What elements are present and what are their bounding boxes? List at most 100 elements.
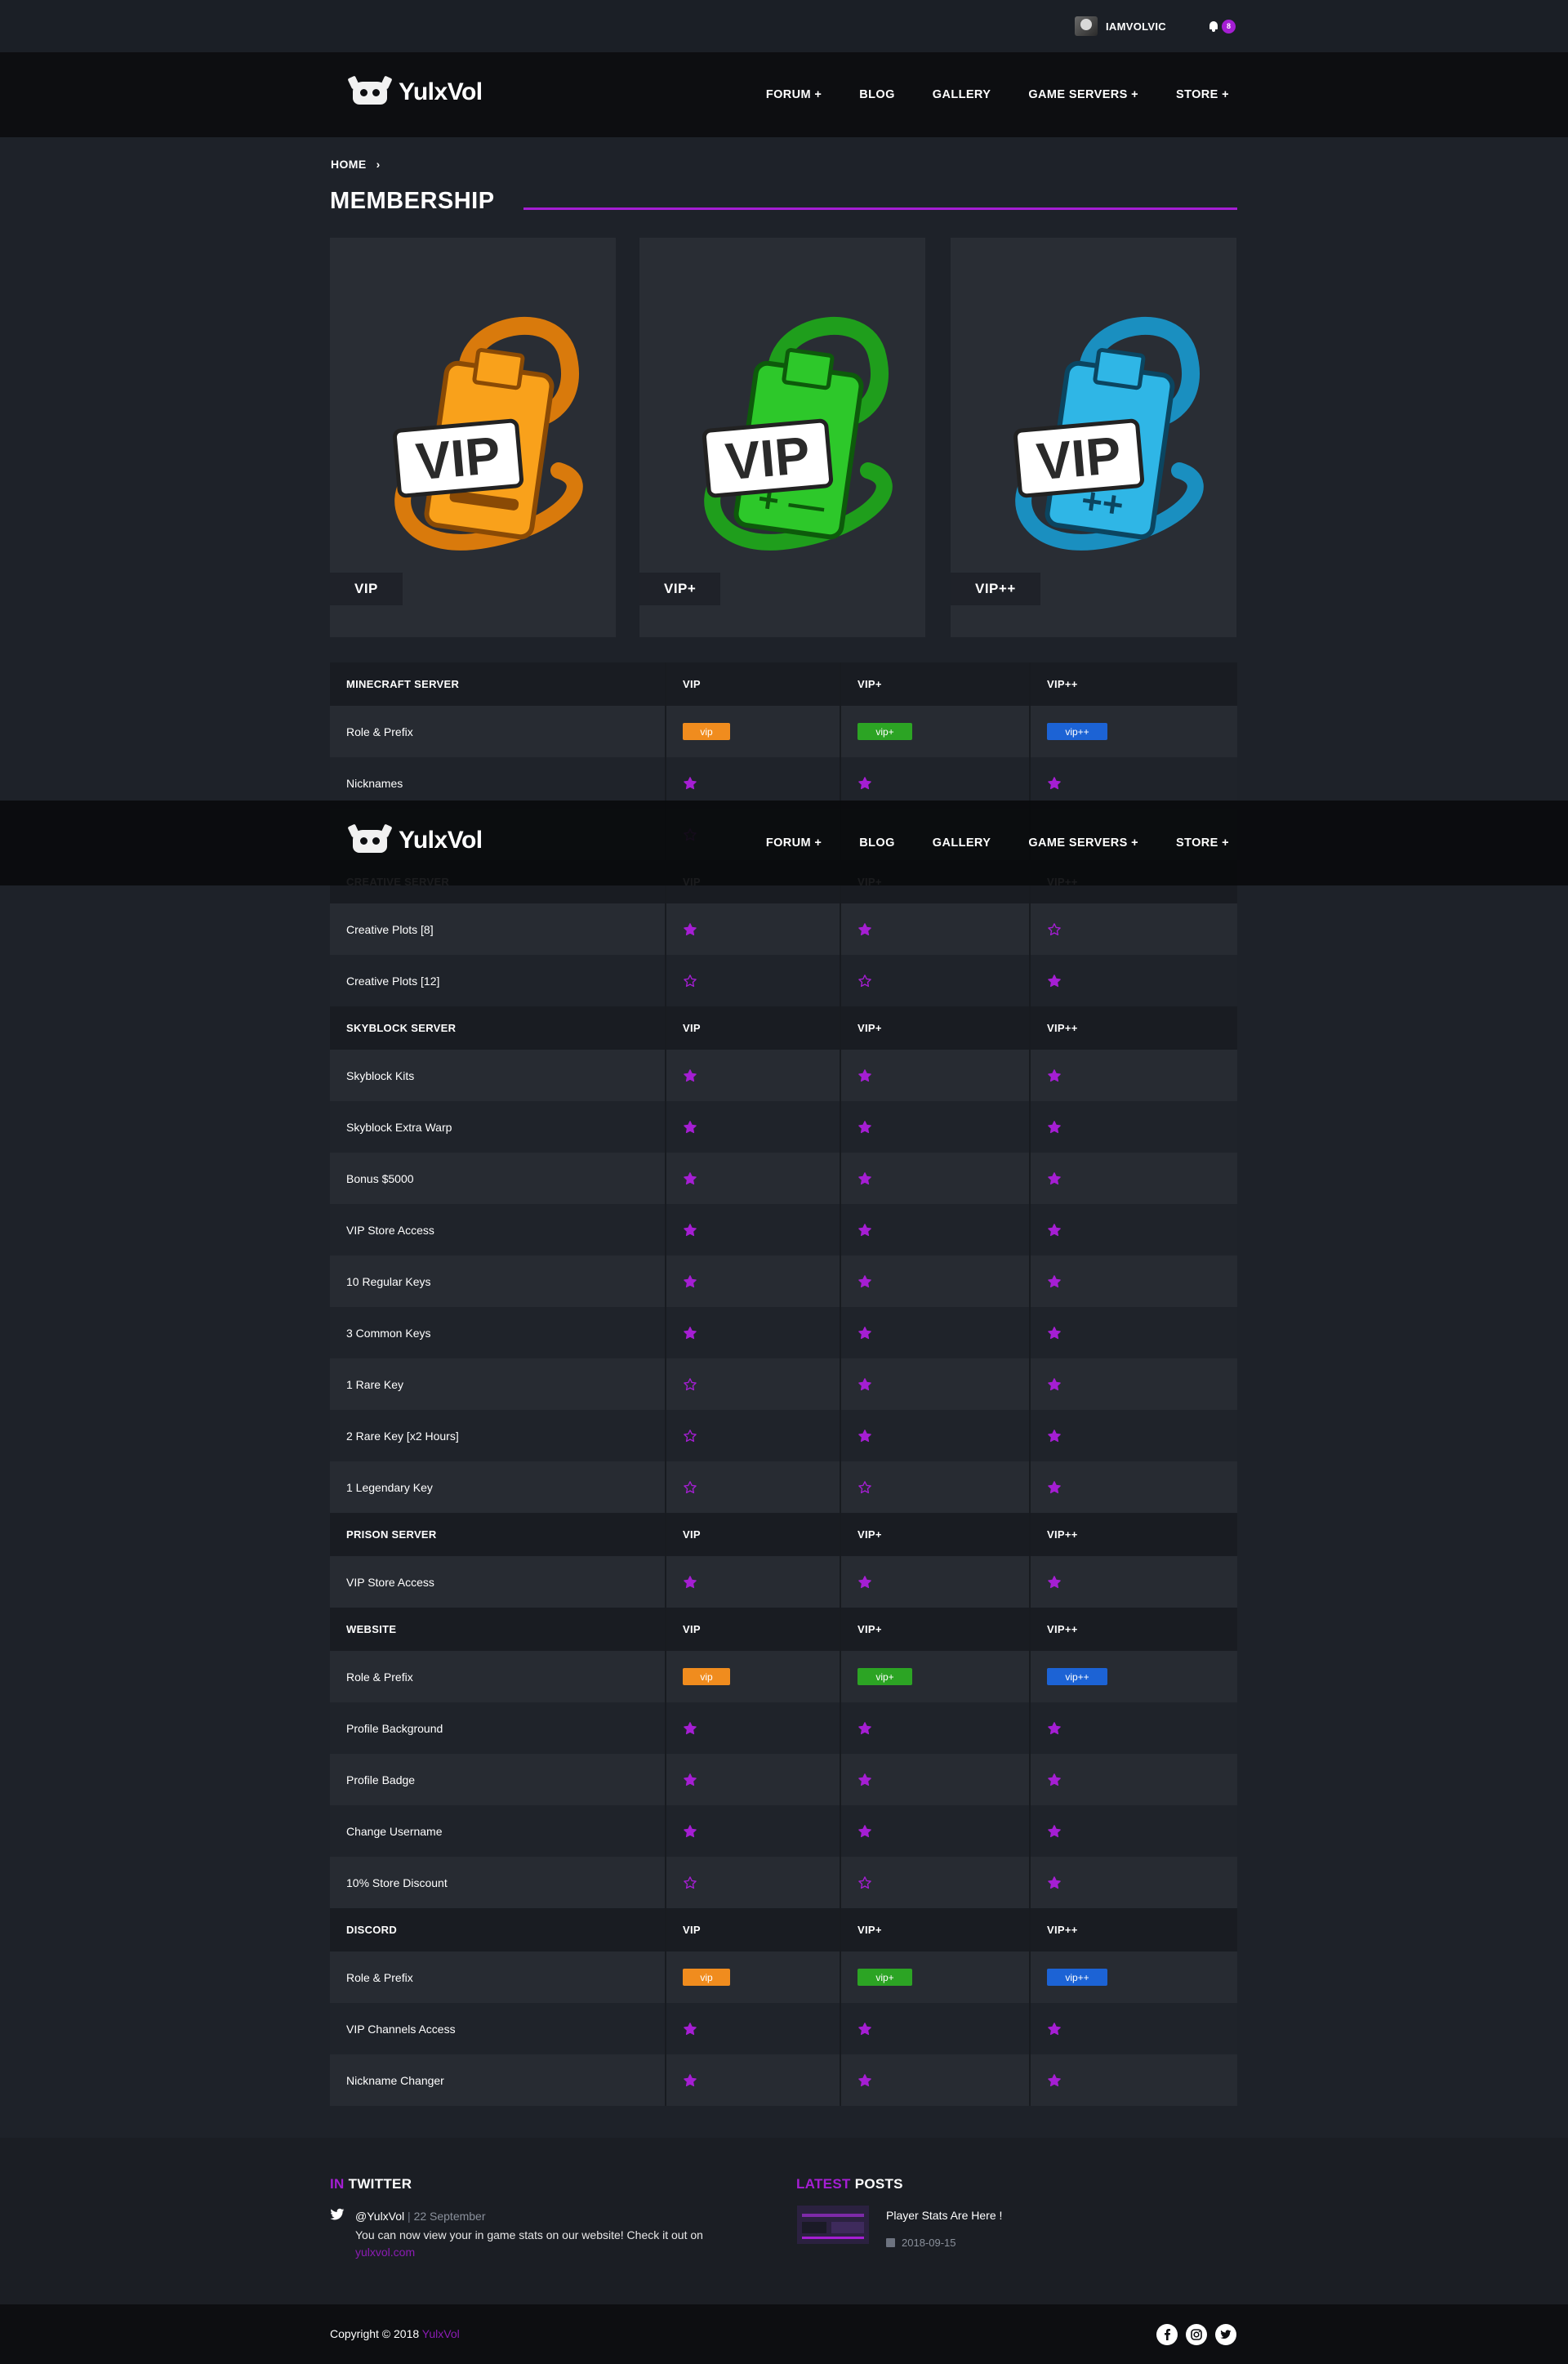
tweet-handle[interactable]: @YulxVol	[355, 2210, 404, 2223]
star-filled-icon	[858, 1326, 871, 1339]
facebook-icon[interactable]	[1156, 2324, 1178, 2345]
star-filled-icon	[1048, 1480, 1061, 1493]
star-filled-icon	[1048, 1223, 1061, 1236]
nav-store[interactable]: STORE +	[1176, 88, 1229, 101]
nav-gallery[interactable]: GALLERY	[933, 88, 991, 101]
feature-value-cell	[1031, 1556, 1237, 1608]
star-filled-icon	[684, 776, 697, 789]
feature-value-cell	[841, 1702, 1031, 1754]
twitter-icon[interactable]	[1215, 2324, 1236, 2345]
table-row: Nickname Changer	[330, 2054, 1237, 2106]
star-filled-icon	[1048, 1824, 1061, 1837]
star-filled-icon	[1048, 1120, 1061, 1133]
star-filled-icon	[858, 1223, 871, 1236]
star-filled-icon	[858, 1120, 871, 1133]
feature-value-cell	[666, 1805, 841, 1857]
feature-label: VIP Store Access	[330, 1556, 666, 1608]
star-filled-icon	[858, 2022, 871, 2035]
tier-column-header: VIP+	[841, 662, 1031, 706]
feature-value-cell	[841, 1754, 1031, 1805]
feature-value-cell	[666, 2003, 841, 2054]
star-filled-icon	[1048, 1326, 1061, 1339]
page-title: MEMBERSHIP	[330, 188, 495, 214]
star-outline-icon	[858, 1480, 871, 1493]
tweet-header: @YulxVol | 22 September	[355, 2210, 486, 2223]
feature-value-cell: vip++	[1031, 1651, 1237, 1702]
table-row: 3 Common Keys	[330, 1307, 1237, 1358]
feature-value-cell	[1031, 1702, 1237, 1754]
breadcrumb-home[interactable]: HOME	[331, 158, 367, 171]
table-row: 1 Legendary Key	[330, 1461, 1237, 1513]
nav-gallery[interactable]: GALLERY	[933, 836, 991, 850]
main-navbar: YulxVol FORUM + BLOG GALLERY GAME SERVER…	[0, 52, 1568, 137]
site-logo[interactable]: YulxVol	[347, 823, 483, 858]
nav-game-servers[interactable]: GAME SERVERS +	[1028, 836, 1138, 850]
star-filled-icon	[1048, 2022, 1061, 2035]
feature-label: Creative Plots [12]	[330, 955, 666, 1006]
tier-column-header: VIP	[666, 1908, 841, 1951]
nav-blog[interactable]: BLOG	[859, 88, 895, 101]
tier-column-header: VIP+	[841, 1908, 1031, 1951]
notifications-button[interactable]: 8	[1209, 16, 1236, 36]
feature-value-cell: vip	[666, 706, 841, 757]
instagram-icon[interactable]	[1186, 2324, 1207, 2345]
nav-forum[interactable]: FORUM +	[766, 88, 822, 101]
star-outline-icon	[684, 1876, 697, 1889]
table-row: 10% Store Discount	[330, 1857, 1237, 1908]
user-menu[interactable]: IAMVOLVIC	[1075, 16, 1166, 36]
feature-value-cell	[841, 1805, 1031, 1857]
feature-value-cell	[841, 1358, 1031, 1410]
svg-text:VIP: VIP	[723, 426, 812, 492]
card-label: VIP	[330, 573, 403, 605]
feature-label: Change Username	[330, 1805, 666, 1857]
role-tag: vip	[683, 1969, 730, 1986]
star-filled-icon	[858, 1429, 871, 1442]
star-filled-icon	[858, 922, 871, 935]
avatar[interactable]	[1075, 16, 1098, 36]
sticky-navbar: YulxVol FORUM + BLOG GALLERY GAME SERVER…	[0, 801, 1568, 885]
post-date: 2018-09-15	[886, 2237, 956, 2249]
star-filled-icon	[1048, 1274, 1061, 1287]
membership-card-vip-plus[interactable]: + — VIP VIP+	[639, 238, 925, 637]
nav-game-servers[interactable]: GAME SERVERS +	[1028, 88, 1138, 101]
post-thumbnail[interactable]	[797, 2206, 869, 2244]
feature-value-cell	[666, 1702, 841, 1754]
membership-card-vip-plus-plus[interactable]: ++ VIP VIP++	[951, 238, 1236, 637]
vip-plus-plus-lanyard-icon: ++ VIP	[1013, 316, 1204, 551]
nav-blog[interactable]: BLOG	[859, 836, 895, 850]
nav-forum[interactable]: FORUM +	[766, 836, 822, 850]
calendar-icon	[886, 2238, 895, 2247]
tier-column-header: VIP++	[1047, 1528, 1078, 1541]
tier-column-header: VIP+	[841, 1513, 1031, 1556]
site-logo[interactable]: YulxVol	[347, 75, 483, 109]
feature-value-cell: vip	[666, 1651, 841, 1702]
feature-value-cell	[666, 2054, 841, 2106]
feature-value-cell	[841, 1461, 1031, 1513]
feature-value-cell	[1031, 1857, 1237, 1908]
star-filled-icon	[858, 2073, 871, 2086]
feature-value-cell	[666, 1101, 841, 1153]
feature-label: 10 Regular Keys	[330, 1256, 666, 1307]
feature-label: Bonus $5000	[330, 1153, 666, 1204]
membership-card-vip[interactable]: VIP VIP	[330, 238, 616, 637]
feature-label: 2 Rare Key [x2 Hours]	[330, 1410, 666, 1461]
feature-label: Role & Prefix	[330, 1951, 666, 2003]
feature-value-cell	[1031, 2003, 1237, 2054]
feature-value-cell	[666, 1461, 841, 1513]
feature-value-cell	[841, 1101, 1031, 1153]
card-label: VIP+	[639, 573, 721, 605]
username[interactable]: IAMVOLVIC	[1106, 20, 1166, 33]
tweet-text: You can now view your in game stats on o…	[355, 2228, 703, 2241]
copyright-brand-link[interactable]: YulxVol	[422, 2327, 460, 2340]
top-bar: IAMVOLVIC 8	[0, 0, 1568, 52]
feature-label: Nickname Changer	[330, 2054, 666, 2106]
tweet-link[interactable]: yulxvol.com	[355, 2246, 415, 2259]
feature-value-cell	[666, 1556, 841, 1608]
post-title[interactable]: Player Stats Are Here !	[886, 2209, 1002, 2222]
section-header: DISCORD VIP VIP+ VIP++	[330, 1908, 1237, 1951]
feature-value-cell	[666, 903, 841, 955]
star-filled-icon	[1048, 776, 1061, 789]
role-tag: vip++	[1047, 1668, 1107, 1685]
nav-store[interactable]: STORE +	[1176, 836, 1229, 850]
breadcrumb: HOME ›	[331, 158, 381, 171]
